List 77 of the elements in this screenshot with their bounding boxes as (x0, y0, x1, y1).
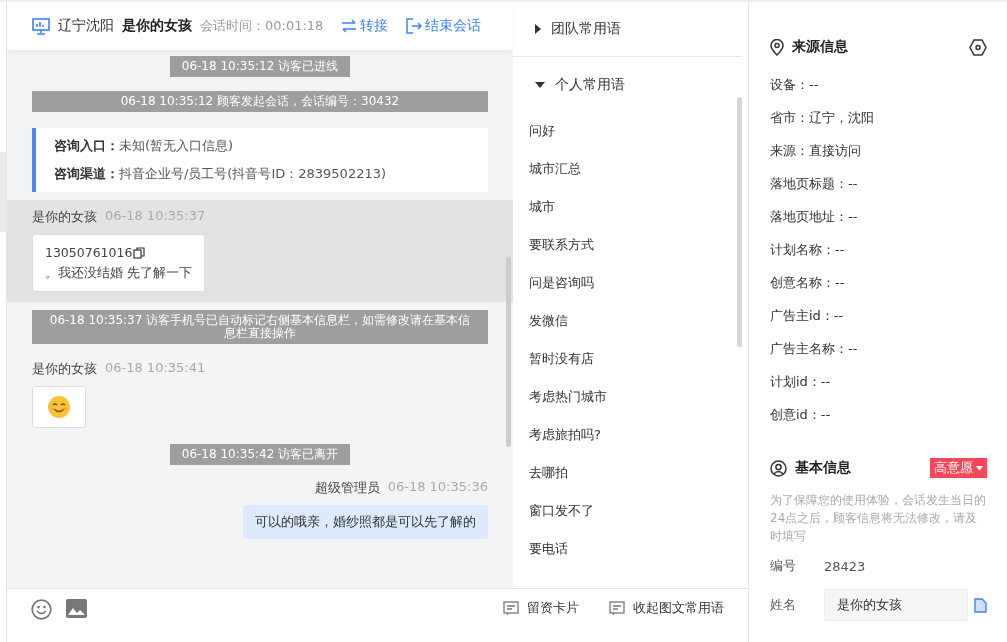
sender-name: 是你的女孩 (31, 208, 97, 226)
intent-dropdown[interactable]: 高意愿 (930, 458, 987, 478)
exit-icon (406, 18, 423, 34)
phrase-item[interactable]: 窗口发不了 (512, 492, 726, 530)
location-pin-icon (770, 38, 784, 56)
name-field[interactable]: 是你的女孩 (824, 589, 968, 621)
phrase-item[interactable]: 暂时没有店 (512, 340, 726, 378)
phrase-group[interactable]: 个人常用语 (512, 57, 742, 112)
phrase-item[interactable]: 发微信 (512, 302, 726, 340)
session-time: 会话时间：00:01:18 (199, 17, 324, 35)
info-field: 计划id：-- (770, 365, 987, 398)
sender-name: 是你的女孩 (31, 360, 97, 378)
system-message: 06-18 10:35:12 顾客发起会话，会话编号：30432 (31, 91, 488, 112)
swap-icon (341, 19, 358, 33)
settings-icon[interactable] (969, 38, 987, 56)
message-time: 06-18 10:35:37 (104, 208, 206, 225)
message-icon (503, 600, 519, 616)
system-message: 06-18 10:35:42 访客已离开 (169, 444, 351, 465)
message-time: 06-18 10:35:36 (387, 479, 488, 496)
info-field: 落地页地址：-- (770, 200, 987, 233)
phrase-item[interactable]: 考虑热门城市 (512, 378, 726, 416)
smiley-icon (30, 599, 52, 620)
notice-text: 为了保障您的使用体验，会话发生当日的24点之后，顾客信息将无法修改，请及时填写 (770, 492, 987, 545)
message-bubble: 可以的哦亲，婚纱照都是可以先了解的 (242, 505, 488, 539)
info-field: 创意id：-- (770, 398, 987, 431)
message-row[interactable]: 是你的女孩 06-18 10:35:41 (6, 352, 513, 438)
message-time: 06-18 10:35:41 (104, 360, 206, 377)
caret-down-icon (534, 81, 545, 88)
phrase-item[interactable]: 要联系方式 (512, 226, 726, 264)
scrollbar[interactable] (737, 97, 742, 347)
image-icon (65, 599, 87, 618)
image-button[interactable] (65, 599, 87, 618)
info-row-text: 咨询入口：未知(暂无入口信息) (53, 137, 235, 155)
field-label: 姓名 (770, 596, 797, 614)
phrase-item[interactable]: 问是咨询吗 (512, 264, 726, 302)
message-row[interactable]: 是你的女孩 06-18 10:35:37 13050761016 。我还没结婚 先了解一下 (6, 200, 513, 302)
info-field: 计划名称：-- (770, 233, 987, 266)
copy-icon[interactable] (133, 247, 146, 259)
smiley-icon (46, 395, 71, 419)
info-field: 设备：-- (770, 68, 987, 101)
info-field: 落地页标题：-- (770, 167, 987, 200)
field-value: 28423 (824, 558, 866, 574)
message-text: 。我还没结婚 先了解一下 (44, 264, 192, 282)
end-session-button[interactable]: 结束会话 (406, 17, 482, 35)
scrollbar[interactable] (505, 257, 511, 447)
phrase-item[interactable]: 去哪拍 (512, 454, 726, 492)
field-label: 编号 (770, 557, 797, 575)
phrase-group[interactable]: 团队常用语 (512, 2, 742, 57)
info-field: 广告主id：-- (770, 299, 987, 332)
phrase-item[interactable]: 考虑旅拍吗? (512, 416, 726, 454)
phrase-item[interactable]: 城市汇总 (512, 150, 726, 188)
phrase-item[interactable]: 城市 (512, 188, 726, 226)
system-message: 06-18 10:35:37 访客手机号已自动标记右侧基本信息栏，如需修改请在基本信息栏直接操作 (31, 310, 488, 344)
info-field: 创意名称：-- (770, 266, 987, 299)
info-row-text: 咨询渠道：抖音企业号/员工号(抖音号ID：2839502213) (53, 165, 388, 183)
info-field: 省市：辽宁，沈阳 (770, 101, 987, 134)
phrase-item[interactable]: 问好 (512, 112, 726, 150)
info-field: 广告主名称：-- (770, 332, 987, 365)
user-icon (770, 459, 787, 477)
system-message: 06-18 10:35:12 访客已进线 (169, 56, 351, 77)
info-field: 来源：直接访问 (770, 134, 987, 167)
sender-name: 超级管理员 (314, 479, 380, 497)
caret-down-icon (976, 465, 983, 471)
message-icon (609, 600, 625, 616)
phrase-item[interactable]: 要电话 (512, 530, 726, 568)
phone-number: 13050761016 (44, 244, 133, 262)
visitor-location: 辽宁沈阳 (57, 17, 114, 35)
section-title: 基本信息 (795, 459, 851, 477)
toolbar-button[interactable]: 收起图文常用语 (609, 599, 724, 617)
emoji-button[interactable] (30, 599, 52, 620)
copy-icon[interactable] (974, 597, 987, 613)
toolbar-button[interactable]: 留资卡片 (503, 599, 579, 617)
section-title: 来源信息 (792, 38, 848, 56)
caret-right-icon (534, 24, 541, 34)
transfer-button[interactable]: 转接 (341, 17, 389, 35)
visitor-name: 是你的女孩 (121, 17, 192, 35)
monitor-icon (31, 17, 50, 35)
